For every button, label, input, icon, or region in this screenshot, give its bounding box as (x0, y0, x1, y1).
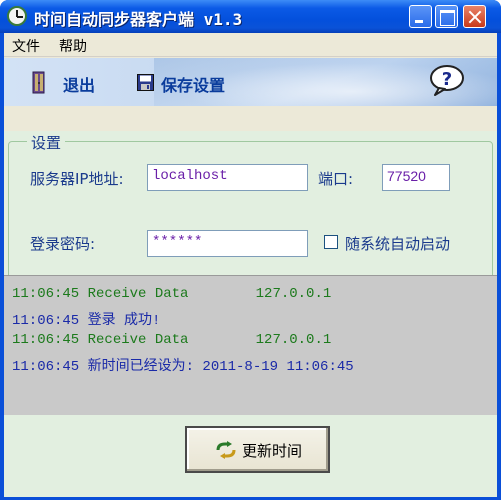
door-exit-icon[interactable] (31, 70, 47, 94)
menu-file[interactable]: 文件 (12, 36, 40, 56)
title-bar[interactable]: 时间自动同步器客户端 v1.3 (0, 0, 501, 33)
maximize-button[interactable] (435, 5, 458, 28)
clock-icon (7, 6, 27, 26)
port-label: 端口: (318, 170, 354, 188)
toolbar: 退出 保存设置 ? (4, 58, 497, 106)
floppy-disk-icon[interactable] (137, 74, 154, 91)
server-ip-label: 服务器IP地址: (30, 170, 124, 188)
auto-start-checkbox[interactable] (324, 235, 338, 249)
password-label: 登录密码: (30, 235, 96, 253)
client-area: 文件 帮助 退出 保存设置 ? 设置 服务器IP地址: localhost 端口… (4, 33, 497, 497)
password-field[interactable]: ****** (147, 230, 308, 257)
svg-text:?: ? (442, 69, 452, 90)
window-title: 时间自动同步器客户端 v1.3 (34, 10, 243, 29)
menu-help[interactable]: 帮助 (59, 36, 87, 56)
auto-start-label[interactable]: 随系统自动启动 (345, 233, 450, 254)
update-time-button[interactable]: 更新时间 (185, 426, 330, 473)
port-field[interactable]: 77520 (382, 164, 450, 191)
help-bubble-icon[interactable]: ? (429, 64, 465, 96)
log-line: 11:06:45 登录 成功! (12, 313, 161, 329)
save-settings-button[interactable]: 保存设置 (161, 72, 225, 96)
log-line: 11:06:45 Receive Data 127.0.0.1 (12, 286, 332, 302)
settings-group-title: 设置 (27, 132, 66, 153)
minimize-button[interactable] (409, 5, 432, 28)
sync-icon (216, 441, 236, 459)
menu-bar: 文件 帮助 (4, 33, 497, 57)
log-line: 11:06:45 Receive Data 127.0.0.1 (12, 332, 332, 348)
server-ip-field[interactable]: localhost (147, 164, 308, 191)
close-button[interactable] (463, 5, 486, 28)
app-window: 时间自动同步器客户端 v1.3 文件 帮助 退出 保存设置 ? 设置 服务器IP… (0, 0, 501, 500)
update-time-label: 更新时间 (242, 442, 303, 460)
exit-button[interactable]: 退出 (63, 72, 95, 96)
log-line: 11:06:45 新时间已经设为: 2011-8-19 11:06:45 (12, 359, 354, 375)
log-panel: 11:06:45 Receive Data 127.0.0.1 11:06:45… (4, 275, 497, 415)
